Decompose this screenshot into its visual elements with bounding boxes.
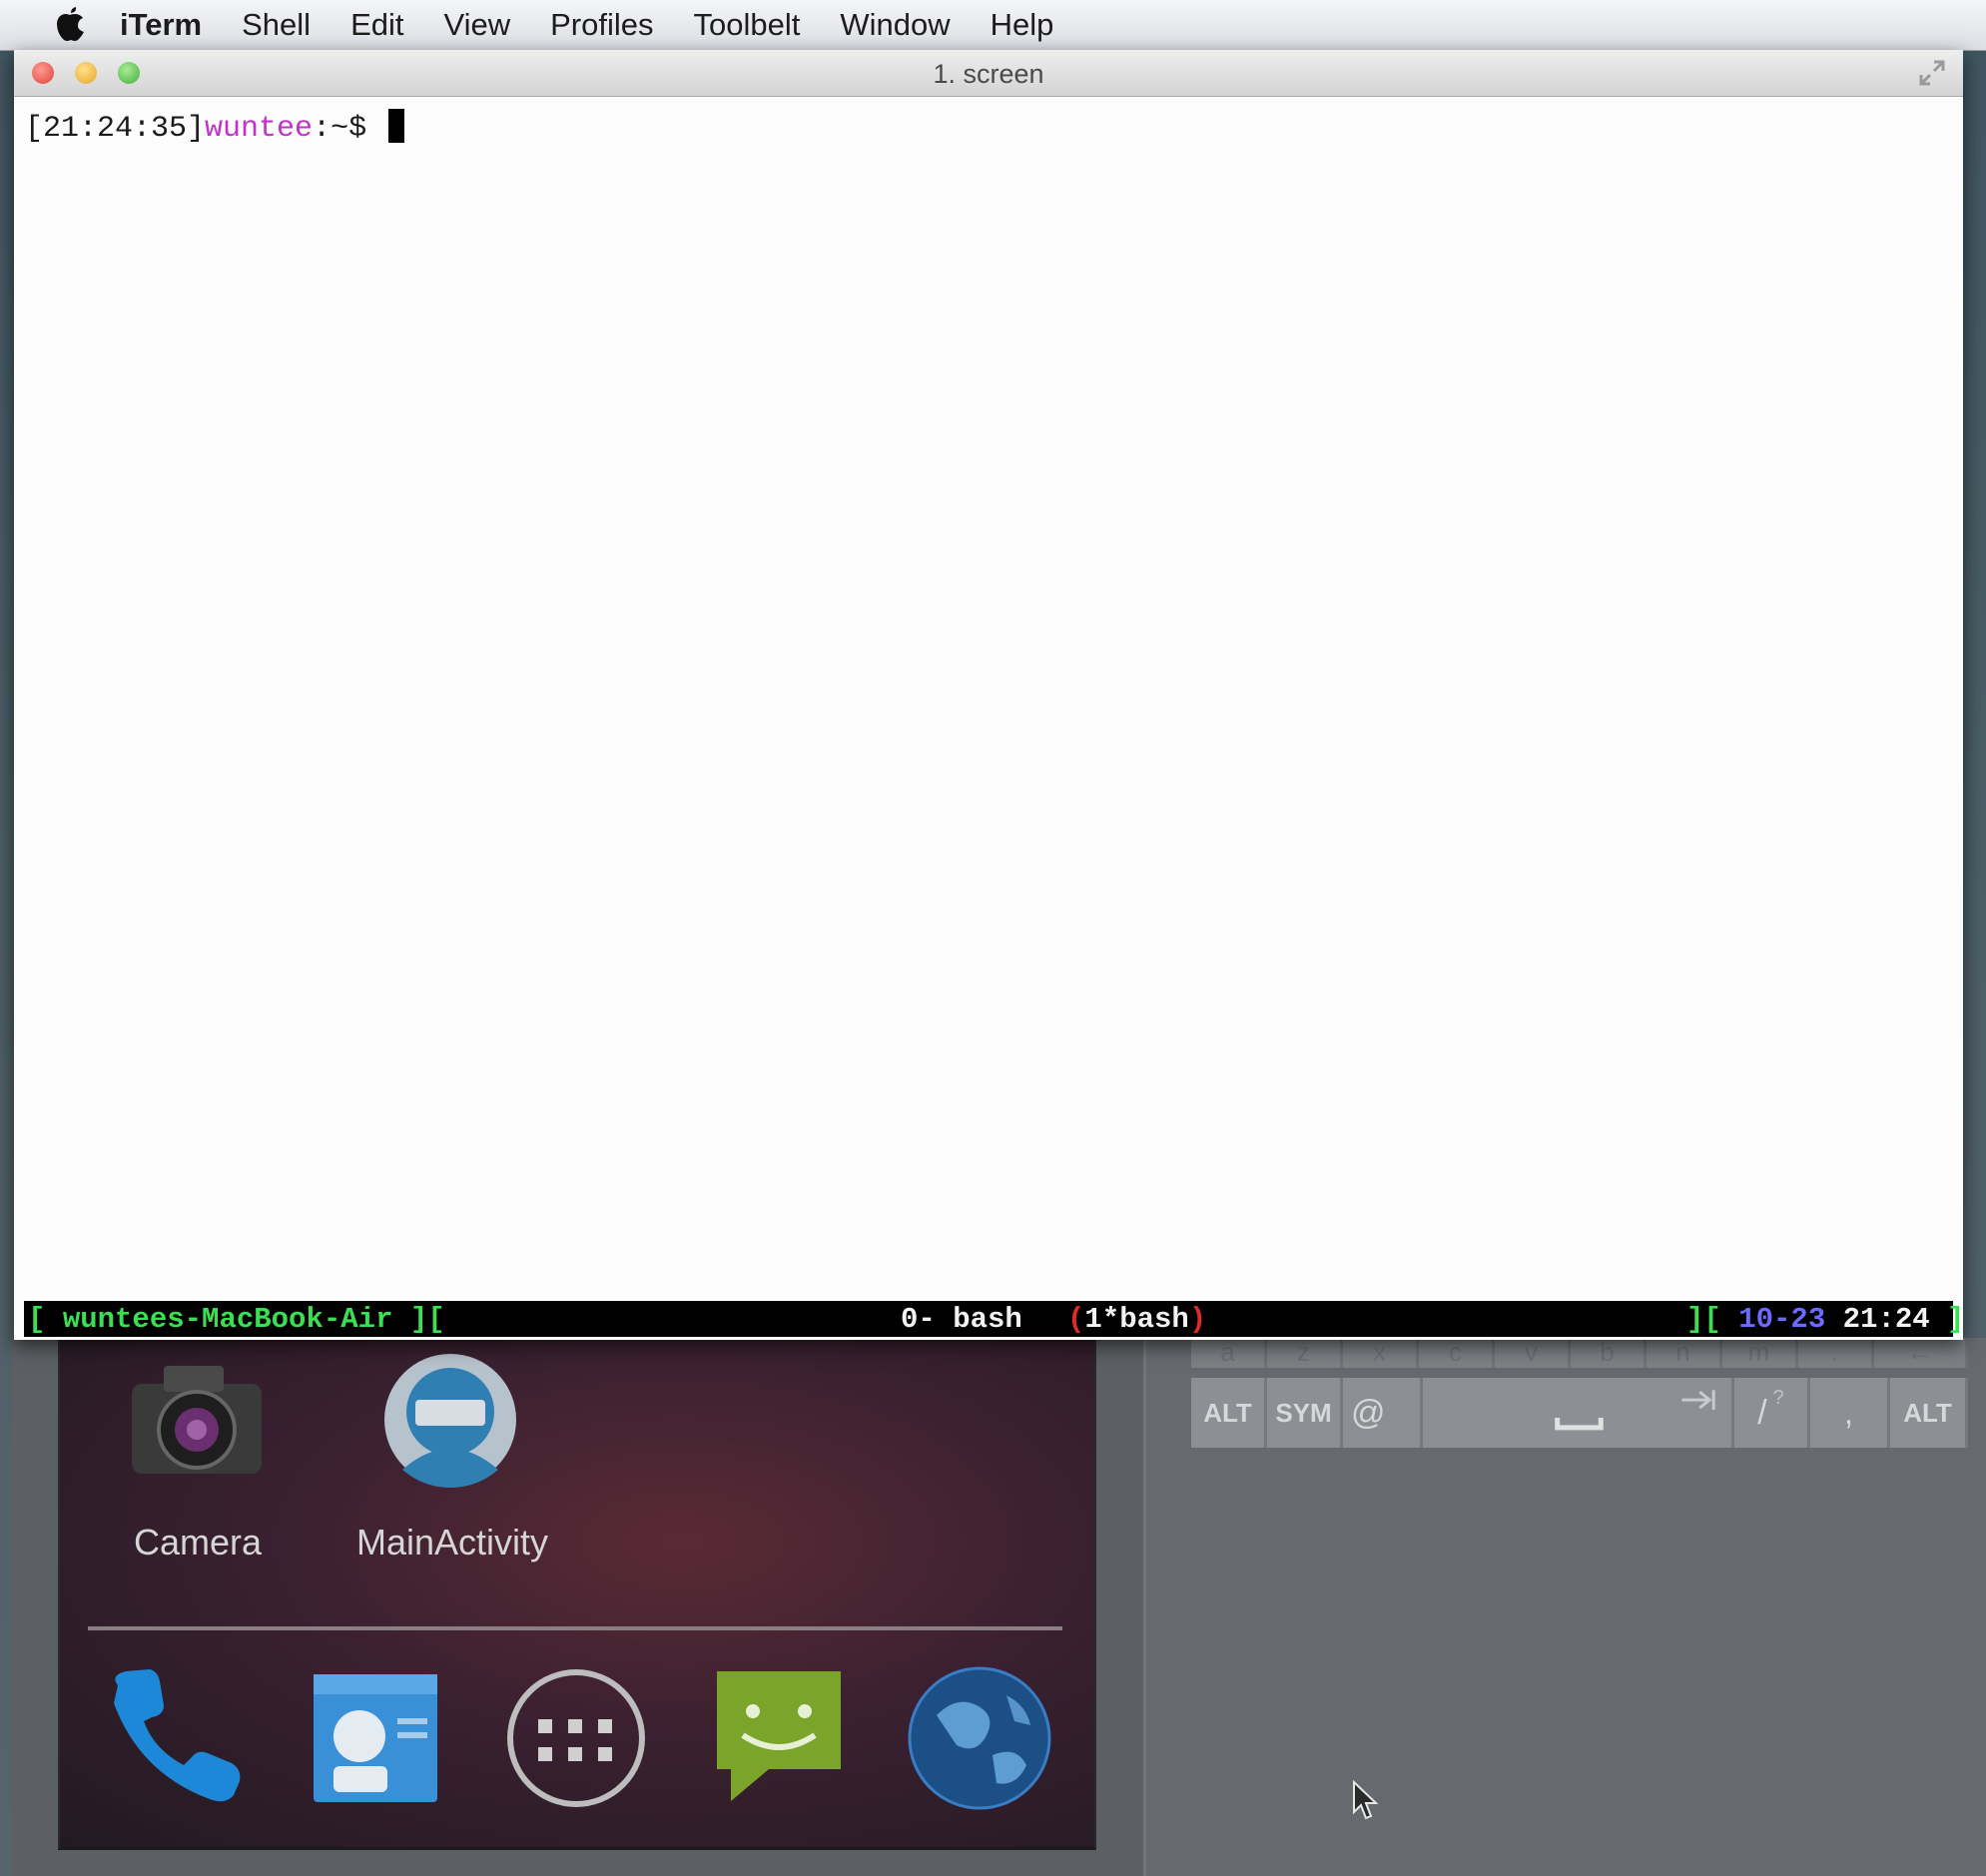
menu-shell[interactable]: Shell bbox=[242, 7, 311, 43]
key-c[interactable]: c bbox=[1419, 1338, 1495, 1368]
menu-edit[interactable]: Edit bbox=[350, 7, 403, 43]
app-label-mainactivity: MainActivity bbox=[355, 1522, 549, 1563]
status-window-0[interactable]: 0- bash bbox=[901, 1303, 1022, 1336]
key-backspace[interactable]: ← bbox=[1874, 1338, 1968, 1368]
prompt-suffix: :~$ bbox=[313, 112, 385, 146]
key-sym[interactable]: SYM bbox=[1267, 1378, 1343, 1448]
key-n[interactable]: n bbox=[1647, 1338, 1722, 1368]
status-hostname-close: ][ bbox=[392, 1303, 445, 1336]
key-alt-left[interactable]: ALT bbox=[1191, 1378, 1267, 1448]
shell-prompt: [21:24:35]wuntee:~$ bbox=[25, 109, 405, 146]
key-at[interactable]: @ bbox=[1343, 1378, 1423, 1448]
fullscreen-icon[interactable] bbox=[1917, 58, 1947, 88]
messaging-icon[interactable] bbox=[709, 1665, 849, 1805]
status-right-open: ][ bbox=[1686, 1303, 1739, 1336]
status-clock-group: ][ 10-23 21:24 ] bbox=[1686, 1303, 1964, 1336]
apple-icon[interactable] bbox=[52, 6, 90, 44]
status-window-1-open: ( bbox=[1067, 1303, 1085, 1336]
app-drawer-icon[interactable] bbox=[505, 1667, 647, 1809]
dock-divider bbox=[88, 1626, 1062, 1630]
mouse-pointer-icon bbox=[1353, 1780, 1379, 1820]
menu-iterm[interactable]: iTerm bbox=[120, 7, 202, 43]
browser-globe-icon[interactable] bbox=[907, 1665, 1052, 1811]
status-date: 10-23 bbox=[1738, 1303, 1826, 1336]
slash-label: / bbox=[1757, 1393, 1767, 1432]
screen-status-bar: [ wuntees-MacBook-Air ][ 0- bash (1*bash… bbox=[24, 1301, 1964, 1337]
key-slash[interactable]: / ? bbox=[1734, 1378, 1810, 1448]
prompt-user: wuntee bbox=[205, 112, 314, 146]
key-v[interactable]: v bbox=[1495, 1338, 1571, 1368]
key-comma[interactable]: , bbox=[1810, 1378, 1890, 1448]
status-open-bracket: [ bbox=[28, 1303, 63, 1336]
phone-icon[interactable] bbox=[100, 1665, 250, 1805]
android-person-icon[interactable] bbox=[377, 1350, 523, 1490]
status-window-1[interactable]: (1*bash) bbox=[1067, 1303, 1206, 1336]
status-window-1-close: ) bbox=[1188, 1303, 1207, 1336]
status-hostname: wuntees-MacBook-Air bbox=[62, 1303, 393, 1336]
menu-view[interactable]: View bbox=[443, 7, 510, 43]
status-hostname-group: [ wuntees-MacBook-Air ][ bbox=[28, 1303, 445, 1336]
terminal-output[interactable]: [21:24:35]wuntee:~$ bbox=[14, 97, 1963, 1340]
menu-profiles[interactable]: Profiles bbox=[550, 7, 653, 43]
menu-toolbelt[interactable]: Toolbelt bbox=[694, 7, 801, 43]
window-title: 1. screen bbox=[933, 59, 1044, 89]
prompt-time: [21:24:35] bbox=[25, 112, 206, 146]
window-titlebar[interactable]: 1. screen bbox=[14, 50, 1963, 97]
contacts-icon[interactable] bbox=[306, 1670, 441, 1806]
key-b[interactable]: b bbox=[1571, 1338, 1647, 1368]
app-label-camera: Camera bbox=[133, 1522, 263, 1563]
text-cursor bbox=[388, 109, 405, 143]
question-label: ? bbox=[1772, 1386, 1784, 1409]
status-window-1-label: 1*bash bbox=[1084, 1303, 1189, 1336]
key-x[interactable]: x bbox=[1343, 1338, 1419, 1368]
camera-icon[interactable] bbox=[124, 1356, 270, 1484]
key-a[interactable]: a bbox=[1191, 1338, 1267, 1368]
iterm-window: 1. screen [21:24:35]wuntee:~$ [ wuntees-… bbox=[14, 50, 1964, 1340]
menu-window[interactable]: Window bbox=[840, 7, 950, 43]
menu-help[interactable]: Help bbox=[991, 7, 1054, 43]
key-alt-right[interactable]: ALT bbox=[1890, 1378, 1968, 1448]
key-period[interactable]: . bbox=[1798, 1338, 1874, 1368]
key-space[interactable] bbox=[1423, 1378, 1734, 1448]
key-m[interactable]: m bbox=[1722, 1338, 1798, 1368]
status-time: 21:24 bbox=[1842, 1303, 1930, 1336]
status-right-close: ] bbox=[1929, 1303, 1965, 1336]
space-icon bbox=[1555, 1390, 1715, 1431]
key-z[interactable]: z bbox=[1267, 1338, 1343, 1368]
status-time-spacer bbox=[1825, 1303, 1842, 1336]
menubar: iTerm Shell Edit View Profiles Toolbelt … bbox=[0, 0, 1986, 51]
